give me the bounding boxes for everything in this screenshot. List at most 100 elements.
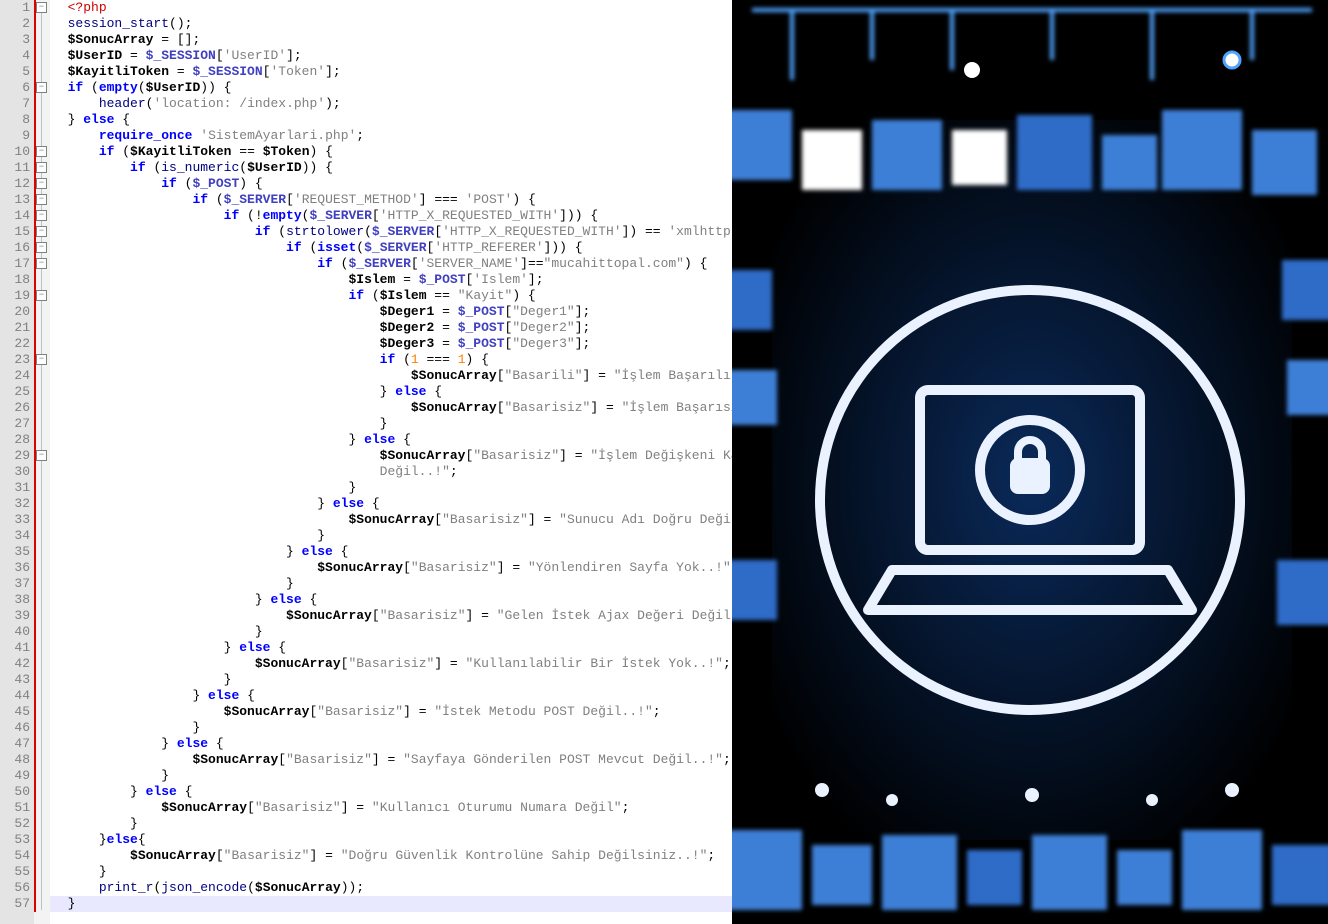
code-line[interactable]: $SonucArray = []; [50,32,732,48]
code-line[interactable]: } else { [50,640,732,656]
code-line[interactable]: Değil..!"; [50,464,732,480]
line-number: 24 [0,368,30,384]
line-number: 55 [0,864,30,880]
code-line[interactable]: if (!empty($_SERVER['HTTP_X_REQUESTED_WI… [50,208,732,224]
code-line[interactable]: } [50,768,732,784]
code-line[interactable]: $SonucArray["Basarisiz"] = "İşlem Başarı… [50,400,732,416]
fold-marker[interactable]: − [36,178,47,189]
code-line[interactable]: if (isset($_SERVER['HTTP_REFERER'])) { [50,240,732,256]
fold-marker[interactable]: − [36,226,47,237]
code-line[interactable]: $SonucArray["Basarisiz"] = "Kullanıcı Ot… [50,800,732,816]
code-line[interactable]: } [50,416,732,432]
code-line[interactable]: $Islem = $_POST['Islem']; [50,272,732,288]
code-area[interactable]: <?php session_start(); $SonucArray = [];… [50,0,732,924]
line-number: 4 [0,48,30,64]
code-line[interactable]: $Deger1 = $_POST["Deger1"]; [50,304,732,320]
code-line[interactable]: <?php [50,0,732,16]
code-line[interactable]: if ($_SERVER['SERVER_NAME']=="mucahittop… [50,256,732,272]
security-illustration [732,0,1328,924]
line-number: 35 [0,544,30,560]
code-line[interactable]: } else { [50,736,732,752]
code-line[interactable]: } else { [50,112,732,128]
fold-column[interactable]: − − − − − − − − − − − − − [34,0,50,924]
line-number: 20 [0,304,30,320]
code-line[interactable]: $Deger3 = $_POST["Deger3"]; [50,336,732,352]
line-number: 8 [0,112,30,128]
code-line[interactable]: } else { [50,592,732,608]
code-line[interactable]: if ($_POST) { [50,176,732,192]
code-line[interactable]: require_once 'SistemAyarlari.php'; [50,128,732,144]
fold-marker[interactable]: − [36,210,47,221]
code-line[interactable]: } else { [50,544,732,560]
line-number: 30 [0,464,30,480]
line-number: 38 [0,592,30,608]
fold-marker[interactable]: − [36,194,47,205]
code-line[interactable]: } [50,576,732,592]
code-line[interactable]: $UserID = $_SESSION['UserID']; [50,48,732,64]
code-line[interactable]: if ($_SERVER['REQUEST_METHOD'] === 'POST… [50,192,732,208]
line-number: 53 [0,832,30,848]
line-number: 42 [0,656,30,672]
code-line[interactable]: if (is_numeric($UserID)) { [50,160,732,176]
code-line[interactable]: print_r(json_encode($SonucArray)); [50,880,732,896]
line-number: 16 [0,240,30,256]
line-number: 18 [0,272,30,288]
code-line[interactable]: $SonucArray["Basarisiz"] = "Gelen İstek … [50,608,732,624]
code-line[interactable]: header('location: /index.php'); [50,96,732,112]
fold-marker[interactable]: − [36,242,47,253]
code-line[interactable]: if ($Islem == "Kayit") { [50,288,732,304]
code-line[interactable]: } [50,672,732,688]
code-editor[interactable]: 1234567891011121314151617181920212223242… [0,0,732,924]
line-number: 33 [0,512,30,528]
code-line[interactable]: $SonucArray["Basarisiz"] = "Yönlendiren … [50,560,732,576]
fold-marker[interactable]: − [36,290,47,301]
code-line[interactable]: $SonucArray["Basarisiz"] = "İstek Metodu… [50,704,732,720]
line-number: 57 [0,896,30,912]
line-number: 43 [0,672,30,688]
code-line[interactable]: if (strtolower($_SERVER['HTTP_X_REQUESTE… [50,224,732,240]
code-line[interactable]: $SonucArray["Basarisiz"] = "Doğru Güvenl… [50,848,732,864]
code-line[interactable]: $SonucArray["Basarisiz"] = "Sunucu Adı D… [50,512,732,528]
code-line[interactable]: } [50,528,732,544]
fold-marker[interactable]: − [36,354,47,365]
code-line[interactable]: if (empty($UserID)) { [50,80,732,96]
line-number: 36 [0,560,30,576]
fold-marker[interactable]: − [36,450,47,461]
line-number: 21 [0,320,30,336]
fold-marker[interactable]: − [36,258,47,269]
line-number: 56 [0,880,30,896]
code-line[interactable]: } else { [50,688,732,704]
code-line[interactable]: } else { [50,496,732,512]
code-line[interactable]: } [50,720,732,736]
code-line[interactable]: $SonucArray["Basarisiz"] = "İşlem Değişk… [50,448,732,464]
code-line[interactable]: $SonucArray["Basarisiz"] = "Kullanılabil… [50,656,732,672]
code-line[interactable]: if (1 === 1) { [50,352,732,368]
code-line[interactable]: } [50,864,732,880]
fold-marker[interactable]: − [36,162,47,173]
code-line[interactable]: }else{ [50,832,732,848]
line-number: 25 [0,384,30,400]
code-line[interactable]: $KayitliToken = $_SESSION['Token']; [50,64,732,80]
line-number: 22 [0,336,30,352]
code-line[interactable]: } else { [50,384,732,400]
code-line[interactable]: session_start(); [50,16,732,32]
code-line[interactable]: } [50,896,732,912]
code-line[interactable]: } else { [50,432,732,448]
code-line[interactable]: } [50,816,732,832]
code-line[interactable]: } [50,624,732,640]
line-number: 5 [0,64,30,80]
fold-marker[interactable]: − [36,146,47,157]
code-line[interactable]: } else { [50,784,732,800]
security-image [732,0,1328,924]
code-line[interactable]: $SonucArray["Basarisiz"] = "Sayfaya Gönd… [50,752,732,768]
code-line[interactable]: if ($KayitliToken == $Token) { [50,144,732,160]
code-line[interactable]: } [50,480,732,496]
fold-marker[interactable]: − [36,2,47,13]
line-number: 10 [0,144,30,160]
line-number: 39 [0,608,30,624]
line-number: 27 [0,416,30,432]
code-line[interactable]: $Deger2 = $_POST["Deger2"]; [50,320,732,336]
code-line[interactable]: $SonucArray["Basarili"] = "İşlem Başarıl… [50,368,732,384]
fold-marker[interactable]: − [36,82,47,93]
line-number: 14 [0,208,30,224]
